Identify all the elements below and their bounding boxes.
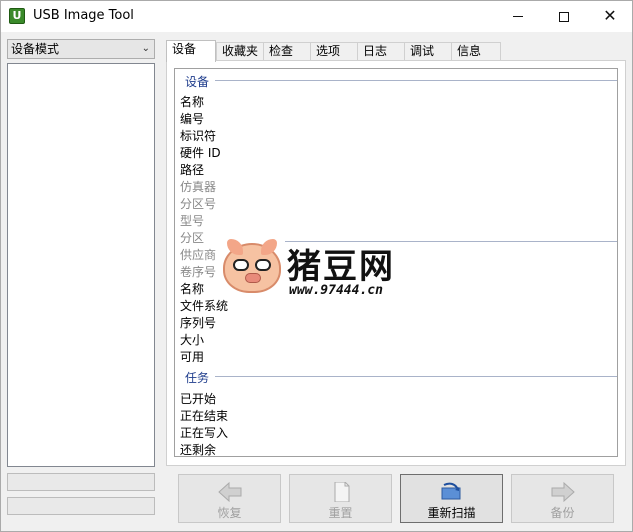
info-row: 序列号: [180, 316, 217, 330]
info-row: 大小: [180, 333, 205, 347]
tab-log[interactable]: 日志: [357, 42, 405, 61]
tab-favorites[interactable]: 收藏夹: [216, 42, 264, 61]
watermark: 猪豆网 www.97444.cn: [223, 239, 423, 305]
task-row: 正在结束: [180, 409, 229, 423]
minimize-button[interactable]: [495, 1, 541, 32]
backup-button[interactable]: 备份: [511, 474, 614, 523]
window-title: USB Image Tool: [33, 8, 134, 23]
app-window: U USB Image Tool ✕ 设备模式 ⌄ 设备 收藏夹 检查 选项 日…: [0, 0, 633, 532]
chevron-down-icon: ⌄: [141, 43, 150, 54]
minimize-icon: [513, 16, 523, 17]
arrow-right-icon: [551, 482, 575, 502]
app-icon: U: [9, 8, 25, 24]
info-row: 硬件 ID: [180, 146, 221, 160]
task-row: 还剩余: [180, 443, 217, 457]
tab-options[interactable]: 选项: [310, 42, 358, 61]
restore-button[interactable]: 恢复: [178, 474, 281, 523]
device-list[interactable]: [7, 63, 155, 467]
rescan-icon: [441, 482, 460, 500]
maximize-icon: [559, 11, 569, 22]
reset-button[interactable]: 重置: [289, 474, 392, 523]
status-field-2: [7, 497, 155, 515]
mode-select[interactable]: 设备模式 ⌄: [7, 39, 155, 59]
rescan-button[interactable]: 重新扫描: [400, 474, 503, 523]
info-row: 标识符: [180, 129, 217, 143]
info-row: 分区: [180, 231, 205, 245]
info-row: 路径: [180, 163, 205, 177]
info-row: 卷序号: [180, 265, 217, 279]
close-icon: ✕: [603, 6, 617, 25]
close-button[interactable]: ✕: [587, 1, 633, 32]
info-row: 编号: [180, 112, 205, 126]
task-row: 已开始: [180, 392, 217, 406]
arrow-left-icon: [217, 482, 241, 502]
group-divider: [215, 80, 617, 81]
tab-debug[interactable]: 调试: [404, 42, 452, 61]
restore-button-label: 恢复: [217, 506, 242, 520]
mode-select-value: 设备模式: [11, 42, 60, 56]
info-row: 仿真器: [180, 180, 217, 194]
info-row: 分区号: [180, 197, 217, 211]
task-row: 正在写入: [180, 426, 229, 440]
watermark-url: www.97444.cn: [289, 283, 383, 298]
title-bar: U USB Image Tool ✕: [1, 1, 632, 32]
document-icon: [334, 482, 349, 502]
maximize-button[interactable]: [541, 1, 587, 32]
group-divider: [215, 376, 617, 377]
status-field-1: [7, 473, 155, 491]
group-header-task: 任务: [185, 371, 210, 385]
pig-mascot-icon: [223, 239, 281, 293]
group-header-device: 设备: [185, 75, 210, 89]
tab-check[interactable]: 检查: [263, 42, 311, 61]
backup-button-label: 备份: [550, 506, 575, 520]
info-row: 供应商: [180, 248, 217, 262]
tab-device[interactable]: 设备: [166, 40, 216, 62]
watermark-title: 猪豆网: [287, 247, 395, 287]
info-row: 文件系统: [180, 299, 229, 313]
reset-button-label: 重置: [328, 506, 353, 520]
tab-info[interactable]: 信息: [451, 42, 501, 61]
info-row: 名称: [180, 95, 205, 109]
info-row: 名称: [180, 282, 205, 296]
info-row: 型号: [180, 214, 205, 228]
info-row: 可用: [180, 350, 205, 364]
rescan-button-label: 重新扫描: [427, 506, 476, 520]
